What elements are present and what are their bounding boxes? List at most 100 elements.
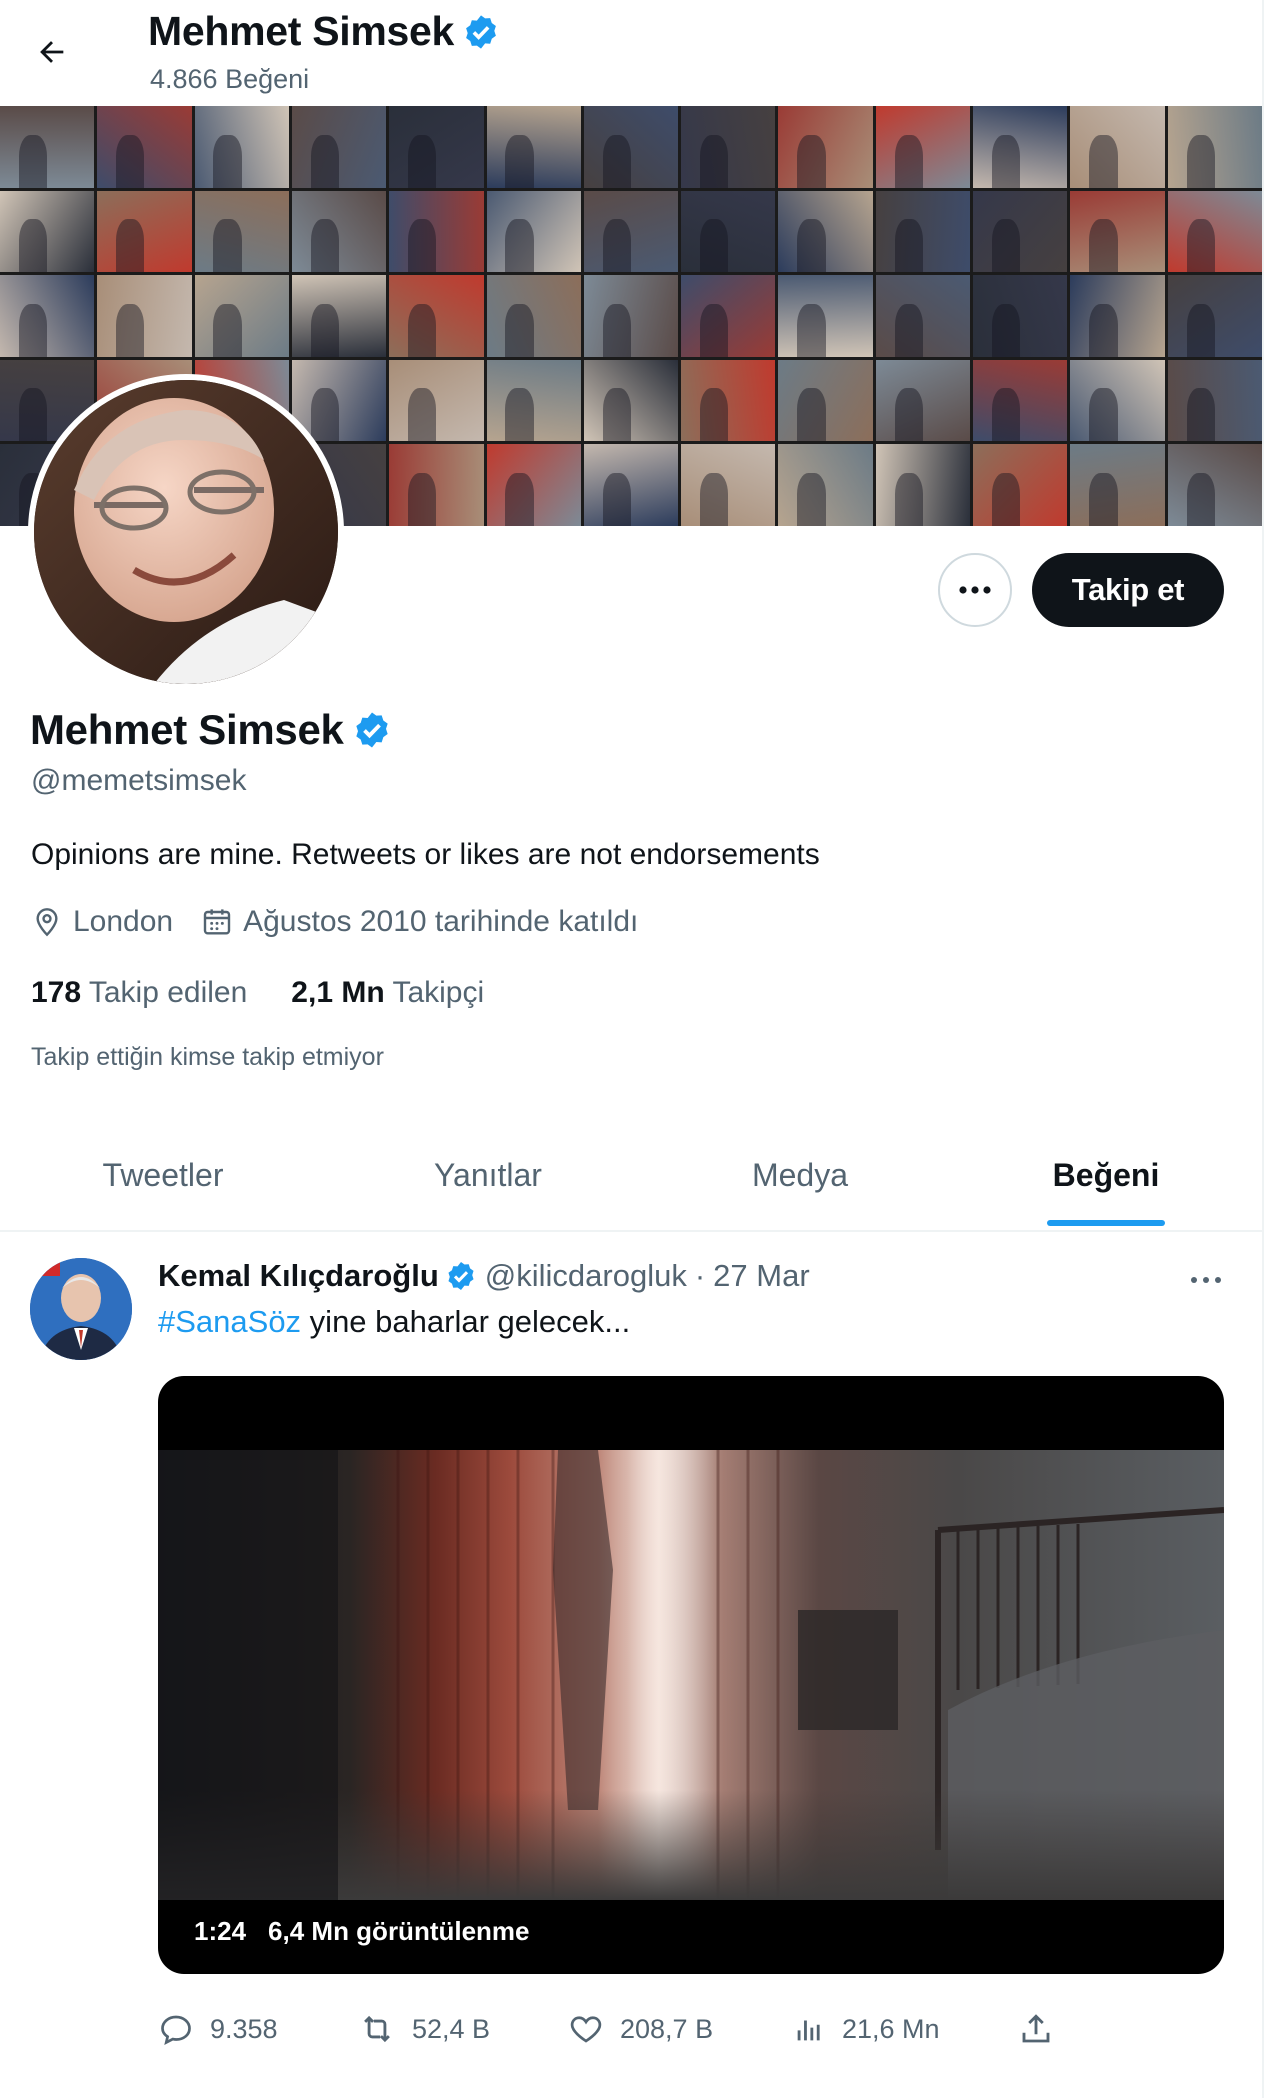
tweet-author-handle[interactable]: @kilicdarogluk [485, 1258, 687, 1294]
banner-photo [486, 275, 581, 357]
banner-photo [583, 275, 679, 357]
banner-photo [875, 275, 971, 357]
reply-icon [161, 2015, 191, 2046]
tab-likes[interactable]: Beğeni [950, 1120, 1262, 1230]
banner-photo [681, 444, 776, 526]
banner-photo [0, 275, 95, 357]
banner-photo [778, 190, 873, 273]
banner-photo [973, 190, 1068, 273]
banner-photo [194, 275, 289, 357]
banner-photo [486, 359, 581, 442]
share-button[interactable] [1018, 2011, 1054, 2047]
like-count: 208,7 B [620, 2013, 714, 2044]
views-icon [797, 2020, 820, 2041]
follow-button[interactable]: Takip et [1032, 553, 1224, 627]
followers-label: Takipçi [392, 976, 485, 1009]
banner-photo [778, 359, 873, 442]
banner-photo [389, 275, 484, 357]
views-button[interactable]: 21,6 Mn [792, 2012, 1018, 2046]
profile-page: Mehmet Simsek 4.866 Beğeni Takip et Mehm… [0, 0, 1264, 2098]
video-frame [158, 1450, 1224, 1900]
profile-location: London [31, 905, 173, 939]
banner-photo [1167, 190, 1262, 273]
banner-photo [486, 106, 581, 188]
banner-photo [1167, 444, 1262, 526]
back-arrow-icon [40, 41, 64, 63]
banner-photo [681, 106, 776, 188]
banner-photo [97, 106, 192, 188]
banner-photo [1167, 275, 1262, 357]
followers-link[interactable]: 2,1 Mn Takipçi [291, 976, 484, 1010]
banner-photo [97, 275, 192, 357]
tweet-text: #SanaSöz yine baharlar gelecek... [158, 1304, 630, 1340]
active-tab-indicator [1047, 1220, 1165, 1226]
like-icon [570, 2016, 602, 2043]
calendar-icon [203, 909, 231, 935]
tweet-more-button[interactable] [1186, 1260, 1226, 1300]
banner-photo [973, 275, 1068, 357]
tab-label: Tweetler [102, 1156, 224, 1193]
retweet-icon [364, 2015, 390, 2043]
tweet-separator: · [694, 1258, 706, 1293]
video-views: 6,4 Mn görüntülenme [268, 1916, 530, 1946]
banner-photo [583, 359, 679, 442]
banner-photo [875, 359, 971, 442]
banner-photo [389, 190, 484, 273]
profile-name-row: Mehmet Simsek [30, 706, 392, 754]
profile-avatar[interactable] [28, 374, 344, 690]
tweet-author-avatar[interactable] [30, 1258, 132, 1360]
video-scene-image [158, 1450, 1224, 1900]
banner-photo [973, 359, 1068, 442]
banner-photo [291, 190, 387, 273]
banner-photo [583, 190, 679, 273]
retweet-button[interactable]: 52,4 B [358, 2010, 568, 2048]
more-icon [959, 586, 991, 594]
banner-photo [1167, 359, 1262, 442]
tab-tweets[interactable]: Tweetler [0, 1120, 326, 1230]
following-link[interactable]: 178 Takip edilen [31, 976, 247, 1010]
tab-media[interactable]: Medya [650, 1120, 950, 1230]
banner-photo [486, 190, 581, 273]
banner-photo [1070, 190, 1165, 273]
profile-meta: London Ağustos 2010 tarihinde katıldı [31, 905, 666, 939]
banner-photo [1070, 106, 1165, 188]
profile-name: Mehmet Simsek [30, 706, 344, 753]
banner-photo [875, 106, 971, 188]
header-likes-count: 4.866 Beğeni [150, 64, 310, 94]
banner-photo [389, 444, 484, 526]
video-stats: 1:24 6,4 Mn görüntülenme [194, 1916, 530, 1947]
back-button[interactable] [28, 28, 76, 76]
banner-photo [1167, 106, 1262, 188]
tweet-date[interactable]: 27 Mar [713, 1258, 809, 1294]
banner-photo [681, 359, 776, 442]
share-icon [1022, 2014, 1050, 2043]
tweet-video[interactable]: 1:24 6,4 Mn görüntülenme [158, 1376, 1224, 1974]
verified-badge-icon[interactable] [352, 710, 392, 750]
banner-photo [1070, 275, 1165, 357]
more-options-button[interactable] [938, 553, 1012, 627]
banner-photo [875, 190, 971, 273]
following-label: Takip edilen [88, 976, 248, 1009]
more-icon [1191, 1277, 1221, 1283]
tweet-hashtag[interactable]: #SanaSöz [158, 1304, 301, 1339]
tweet-author-name[interactable]: Kemal Kılıçdaroğlu [158, 1258, 439, 1294]
banner-photo [1070, 444, 1165, 526]
video-duration: 1:24 [194, 1916, 247, 1946]
banner-photo [0, 106, 95, 188]
location-text: London [73, 905, 174, 938]
verified-badge-icon [448, 1262, 474, 1290]
tweet-actions: 9.358 52,4 B 208,7 B 21,6 Mn [158, 2004, 1058, 2054]
views-count: 21,6 Mn [842, 2013, 940, 2044]
reply-count: 9.358 [210, 2013, 278, 2044]
reply-button[interactable]: 9.358 [158, 2011, 358, 2047]
banner-photo [194, 106, 289, 188]
header-name: Mehmet Simsek [148, 8, 455, 54]
banner-photo [291, 275, 387, 357]
follow-counts: 178 Takip edilen 2,1 Mn Takipçi [31, 976, 528, 1010]
banner-photo [0, 190, 95, 273]
verified-badge-icon [466, 14, 496, 49]
like-button[interactable]: 208,7 B [568, 2011, 792, 2047]
banner-photo [875, 444, 971, 526]
author-photo [30, 1258, 132, 1360]
tab-replies[interactable]: Yanıtlar [326, 1120, 650, 1230]
